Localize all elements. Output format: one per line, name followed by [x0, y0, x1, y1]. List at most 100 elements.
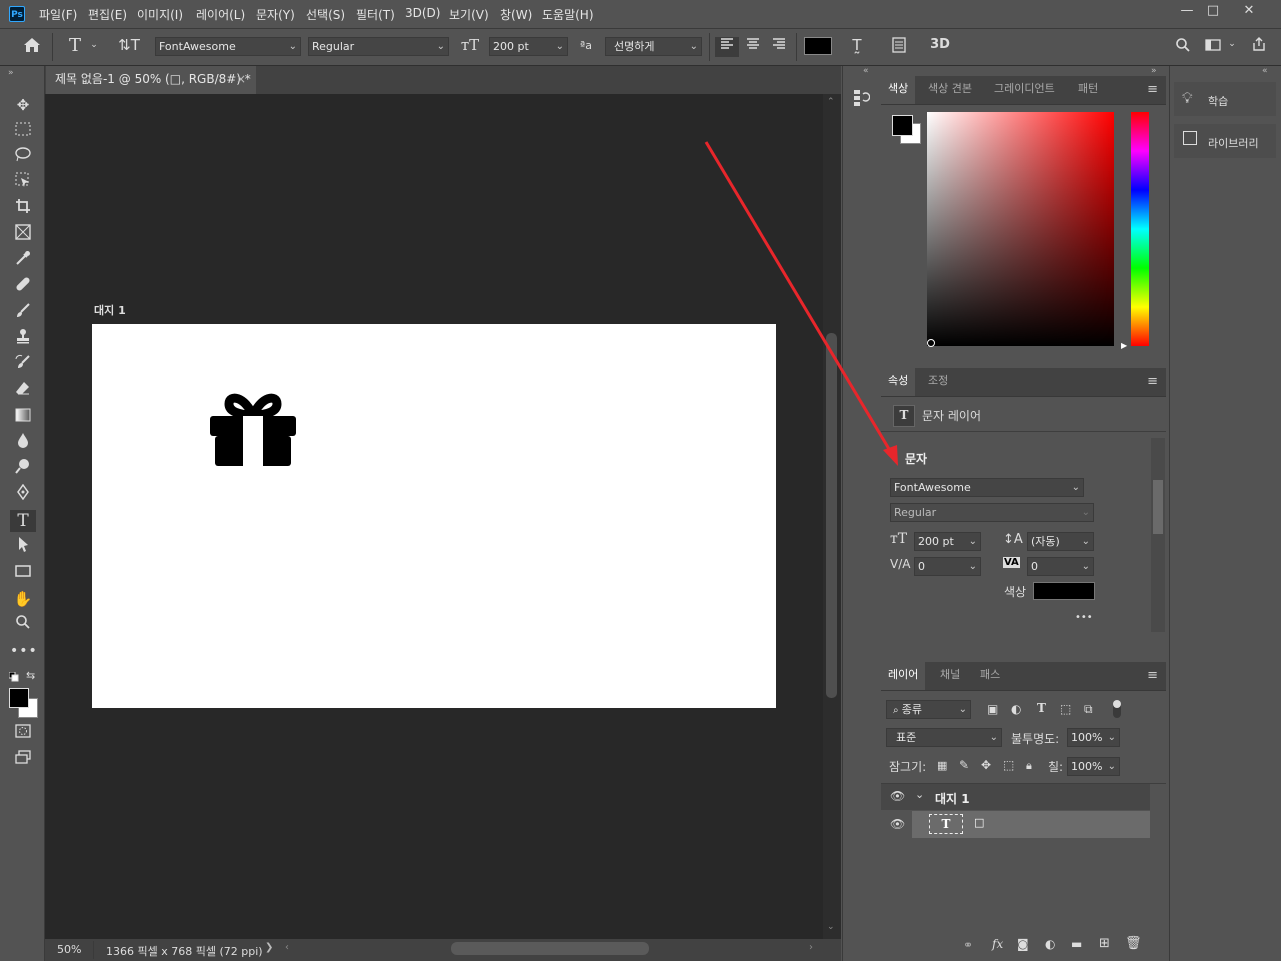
filter-type-icon[interactable]: T	[1037, 701, 1046, 715]
more-options-icon[interactable]: •••	[1075, 612, 1093, 623]
move-tool-icon[interactable]: ✥	[10, 94, 36, 116]
add-mask-icon[interactable]: ◙	[1017, 937, 1029, 951]
collapse-arrows-icon[interactable]: «	[1262, 66, 1268, 76]
tab-paths[interactable]: 패스	[973, 662, 1007, 690]
marquee-tool-icon[interactable]	[10, 120, 36, 142]
panel-menu-icon[interactable]: ≡	[1147, 374, 1158, 389]
more-tools-icon[interactable]: •••	[10, 640, 37, 662]
panel-menu-icon[interactable]: ≡	[1147, 668, 1158, 683]
collapse-arrows-icon[interactable]: »	[1151, 66, 1157, 76]
new-adjustment-icon[interactable]: ◐	[1045, 937, 1055, 951]
layer-filter-select[interactable]: ⌕ 종류 ⌄	[886, 700, 971, 719]
kerning-input[interactable]: 0 ⌄	[914, 557, 981, 576]
close-window-button[interactable]: ✕	[1232, 0, 1266, 22]
hue-slider[interactable]	[1131, 112, 1149, 346]
lasso-tool-icon[interactable]	[10, 146, 36, 168]
3d-button[interactable]: 3D	[928, 37, 952, 52]
toggle-orientation-icon[interactable]: ⇅T	[118, 36, 140, 54]
tab-swatches[interactable]: 색상 견본	[921, 76, 979, 104]
visibility-eye-icon[interactable]: 👁︎	[890, 789, 905, 803]
menu-image[interactable]: 이미지(I)	[137, 6, 183, 23]
close-tab-icon[interactable]: ×	[236, 66, 246, 92]
hand-tool-icon[interactable]: ✋	[10, 588, 36, 610]
collapse-arrows-icon[interactable]: »	[8, 68, 14, 78]
dodge-tool-icon[interactable]	[10, 458, 36, 480]
learn-panel-button[interactable]: 💡︎ 학습	[1174, 82, 1276, 116]
home-icon[interactable]	[20, 36, 44, 58]
libraries-panel-button[interactable]: 라이브러리	[1174, 124, 1276, 158]
artboard-label[interactable]: 대지 1	[94, 302, 126, 318]
menu-view[interactable]: 보기(V)	[449, 6, 489, 23]
text-color-swatch[interactable]	[804, 37, 832, 55]
artboard[interactable]	[92, 324, 776, 708]
filter-shape-icon[interactable]: ⬚	[1060, 702, 1071, 716]
scroll-down-icon[interactable]: ⌄	[827, 922, 835, 932]
trash-icon[interactable]: 🗑︎	[1125, 936, 1142, 951]
properties-scroll-thumb[interactable]	[1153, 480, 1163, 534]
menu-edit[interactable]: 편집(E)	[88, 6, 127, 23]
tab-gradients[interactable]: 그레이디언트	[987, 76, 1062, 104]
menu-type[interactable]: 문자(Y)	[256, 6, 295, 23]
opacity-input[interactable]: 100% ⌄	[1067, 728, 1120, 747]
screen-mode-icon[interactable]	[10, 748, 36, 770]
type-tool-preset-icon[interactable]: T	[64, 35, 86, 56]
visibility-eye-icon[interactable]: 👁︎	[890, 817, 905, 831]
scroll-right-icon[interactable]: ›	[809, 942, 813, 953]
history-brush-tool-icon[interactable]	[10, 354, 36, 376]
tab-layers[interactable]: 레이어	[881, 662, 926, 690]
menu-help[interactable]: 도움말(H)	[542, 6, 594, 23]
frame-tool-icon[interactable]	[10, 224, 36, 246]
gradient-tool-icon[interactable]	[10, 406, 36, 428]
filter-smart-object-icon[interactable]: ⧉	[1084, 702, 1093, 717]
link-layers-icon[interactable]: ⚭	[963, 938, 973, 952]
tab-adjustments[interactable]: 조정	[921, 368, 955, 396]
lock-transparent-icon[interactable]: ▦	[937, 759, 947, 772]
menu-window[interactable]: 창(W)	[500, 6, 532, 23]
filter-adjustment-icon[interactable]: ◐	[1011, 702, 1021, 716]
history-panel-icon[interactable]	[852, 88, 872, 110]
color-picker-handle[interactable]	[927, 339, 935, 347]
tab-channels[interactable]: 채널	[933, 662, 967, 690]
font-family-select[interactable]: FontAwesome ⌄	[155, 37, 301, 56]
gift-icon[interactable]	[209, 392, 297, 468]
horizontal-scroll-thumb[interactable]	[451, 942, 649, 955]
fill-input[interactable]: 100% ⌄	[1067, 757, 1120, 776]
menu-filter[interactable]: 필터(T)	[356, 6, 395, 23]
warp-text-icon[interactable]: T̰	[846, 36, 868, 54]
pen-tool-icon[interactable]	[10, 483, 36, 506]
crop-tool-icon[interactable]	[10, 198, 36, 220]
color-picker-field[interactable]	[927, 112, 1114, 346]
chevron-down-icon[interactable]: ⌄	[915, 788, 924, 801]
prop-font-style-select[interactable]: Regular ⌄	[890, 503, 1094, 522]
collapse-arrows-icon[interactable]: «	[863, 66, 869, 76]
align-left-button[interactable]	[715, 37, 739, 57]
menu-select[interactable]: 선택(S)	[306, 6, 345, 23]
hue-slider-handle[interactable]: ▶	[1121, 341, 1127, 350]
foreground-color-swatch[interactable]	[9, 688, 29, 708]
filter-pixel-icon[interactable]: ▣	[987, 702, 998, 716]
color-foreground-swatch[interactable]	[892, 115, 913, 136]
vertical-scroll-thumb[interactable]	[826, 333, 837, 698]
tracking-input[interactable]: 0 ⌄	[1027, 557, 1094, 576]
tab-patterns[interactable]: 패턴	[1071, 76, 1105, 104]
prop-font-family-select[interactable]: FontAwesome ⌄	[890, 478, 1084, 497]
workspace-icon[interactable]	[1202, 37, 1224, 56]
align-center-button[interactable]	[741, 37, 765, 57]
scroll-up-icon[interactable]: ⌃	[827, 97, 835, 107]
zoom-tool-icon[interactable]	[10, 614, 36, 636]
lock-position-icon[interactable]: ✥	[981, 758, 991, 772]
new-layer-icon[interactable]: ⊞	[1099, 936, 1110, 951]
type-tool-icon[interactable]: T	[10, 510, 36, 532]
prop-font-size-input[interactable]: 200 pt ⌄	[914, 532, 981, 551]
share-icon[interactable]	[1248, 36, 1270, 55]
eyedropper-tool-icon[interactable]	[10, 250, 36, 272]
layer-visibility-cell[interactable]: 👁︎	[881, 811, 911, 838]
antialias-select[interactable]: 선명하게 ⌄	[605, 37, 702, 56]
document-tab[interactable]: 제목 없음-1 @ 50% (□, RGB/8#) * ×	[46, 66, 256, 94]
path-selection-tool-icon[interactable]	[10, 536, 36, 558]
lock-paint-icon[interactable]: ✎	[959, 758, 969, 772]
layer-row-artboard[interactable]: 👁︎ ⌄ 대지 1	[881, 784, 1150, 810]
chevron-down-icon[interactable]: ⌄	[88, 40, 100, 50]
menu-layer[interactable]: 레이어(L)	[196, 6, 245, 23]
font-size-input[interactable]: 200 pt ⌄	[489, 37, 568, 56]
